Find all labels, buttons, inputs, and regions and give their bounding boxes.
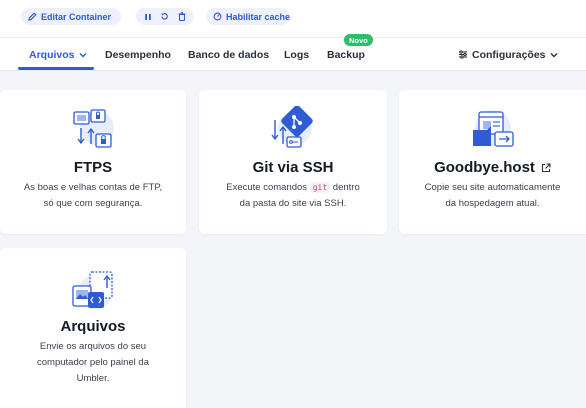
active-tab-indicator [18, 67, 94, 70]
description-line: computador pelo painel da [37, 357, 149, 368]
top-toolbar: Editar Container Habilitar cache [0, 0, 586, 38]
description-line: Envie os arquivos do seu [39, 341, 147, 352]
tab-label: Arquivos [29, 48, 75, 61]
sliders-icon [458, 50, 468, 59]
pause-icon[interactable] [141, 10, 155, 24]
description-line: Umbler. [76, 373, 110, 384]
description-line: As boas e velhas contas de FTP, [23, 182, 163, 193]
ftps-illustration [69, 106, 117, 152]
card-title-text: FTPS [73, 159, 113, 176]
tab-logs[interactable]: Logs [284, 38, 309, 71]
card-title-text: Goodbye.host [434, 159, 535, 176]
description-line: só que com segurança. [43, 198, 143, 209]
card-title: FTPS [0, 159, 186, 176]
description-text: dentro [332, 182, 360, 193]
settings-label: Configurações [472, 48, 546, 61]
card-description: Envie os arquivos do seu computador pelo… [10, 339, 176, 387]
card-title-text: Git via SSH [252, 159, 334, 176]
tab-label: Logs [284, 48, 310, 61]
chevron-down-icon [550, 52, 558, 58]
description-line: da hospedagem atual. [445, 198, 540, 209]
card-title-text: Arquivos [60, 318, 126, 335]
chevron-down-icon [79, 52, 87, 58]
git-illustration [269, 105, 317, 152]
description-line: Copie seu site automaticamente [424, 182, 561, 193]
card-description: Execute comandos git dentro da pasta do … [209, 180, 377, 212]
description-line: da pasta do site via SSH. [239, 198, 347, 209]
card-git-ssh[interactable]: Git via SSH Execute comandos git dentro … [199, 90, 387, 234]
edit-container-label: Editar Container [41, 11, 112, 22]
card-arquivos[interactable]: Arquivos Envie os arquivos do seu comput… [0, 248, 186, 408]
goodbye-host-illustration [469, 106, 517, 152]
card-title: Goodbye.host [399, 159, 586, 176]
card-description: As boas e velhas contas de FTP, só que c… [10, 180, 176, 212]
new-badge: Novo [344, 34, 373, 46]
tab-desempenho[interactable]: Desempenho [105, 38, 171, 71]
enable-cache-label: Habilitar cache [226, 11, 291, 22]
card-description: Copie seu site automaticamente da hosped… [409, 180, 576, 212]
container-controls [136, 8, 194, 25]
description-line: Execute comandos git dentro [209, 180, 377, 196]
edit-container-button[interactable]: Editar Container [21, 8, 121, 25]
pencil-icon [28, 12, 37, 21]
inline-code: git [309, 182, 331, 193]
tab-label: Backup [327, 48, 365, 61]
external-link-icon [541, 162, 551, 173]
card-title: Git via SSH [199, 159, 387, 176]
trash-icon[interactable] [175, 10, 189, 24]
card-goodbye-host[interactable]: Goodbye.host Copie seu site automaticame… [399, 90, 586, 234]
tab-label: Desempenho [105, 48, 171, 61]
card-ftps[interactable]: FTPS As boas e velhas contas de FTP, só … [0, 90, 186, 234]
enable-cache-button[interactable]: Habilitar cache [206, 8, 290, 25]
tab-label: Banco de dados [188, 48, 270, 61]
gauge-icon [213, 12, 222, 21]
description-text: Execute comandos [226, 182, 308, 193]
files-illustration [69, 268, 117, 314]
tab-banco-de-dados[interactable]: Banco de dados [188, 38, 269, 71]
restart-icon[interactable] [158, 10, 172, 24]
settings-menu[interactable]: Configurações [458, 38, 558, 71]
card-title: Arquivos [0, 318, 186, 335]
